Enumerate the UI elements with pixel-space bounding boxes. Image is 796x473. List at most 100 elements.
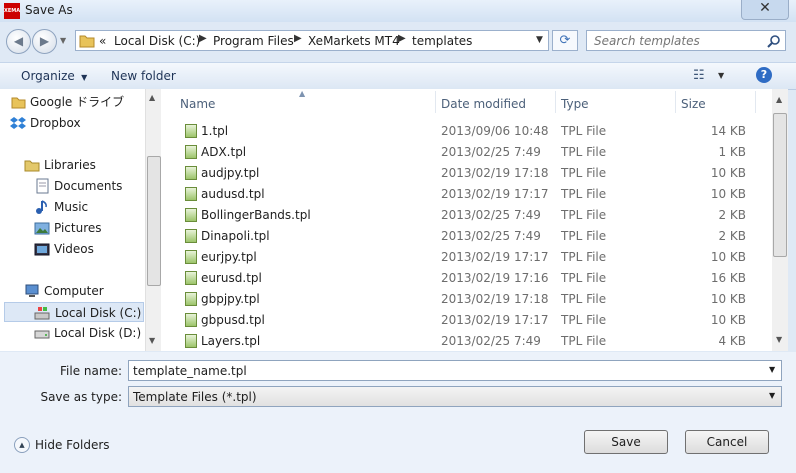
file-name: gbpjpy.tpl [201, 292, 260, 306]
table-row[interactable]: Layers.tpl 2013/02/25 7:49 TPL File 4 KB [161, 331, 772, 352]
table-row[interactable]: audusd.tpl 2013/02/19 17:17 TPL File 10 KB [161, 184, 772, 205]
tpl-file-icon [185, 271, 197, 285]
file-name: gbpusd.tpl [201, 313, 265, 327]
close-icon: ✕ [759, 0, 771, 16]
nav-item-label: Local Disk (C:) [55, 306, 142, 320]
file-type: TPL File [561, 229, 607, 243]
nav-dropbox[interactable]: Dropbox [10, 113, 145, 133]
scroll-up-icon[interactable]: ▲ [149, 93, 155, 102]
nav-item-label: Libraries [44, 158, 96, 172]
breadcrumb-program-files[interactable]: Program Files [213, 34, 294, 48]
nav-libraries[interactable]: Libraries [24, 155, 145, 175]
file-type: TPL File [561, 124, 607, 138]
nav-pictures[interactable]: Pictures [34, 218, 145, 238]
file-name: BollingerBands.tpl [201, 208, 311, 222]
app-icon: XEMA [4, 3, 20, 19]
save-type-select[interactable]: Template Files (*.tpl) ▼ [128, 386, 782, 407]
table-row[interactable]: 1.tpl 2013/09/06 10:48 TPL File 14 KB [161, 121, 772, 142]
file-type: TPL File [561, 208, 607, 222]
search-icon[interactable] [767, 34, 781, 48]
organize-button[interactable]: Organize ▼ [21, 69, 87, 83]
table-row[interactable]: gbpusd.tpl 2013/02/19 17:17 TPL File 10 KB [161, 310, 772, 331]
file-type: TPL File [561, 313, 607, 327]
search-input[interactable] [592, 33, 766, 49]
address-overflow[interactable]: « [99, 34, 106, 48]
nav-item-label: Pictures [54, 221, 102, 235]
file-size: 2 KB [718, 229, 746, 243]
view-dropdown-icon[interactable]: ▼ [718, 71, 724, 80]
file-name-combobox[interactable]: template_name.tpl ▼ [128, 360, 782, 381]
search-box[interactable] [586, 30, 786, 51]
file-list: ▲ Name Date modified Type Size 1.tpl 2013… [161, 89, 772, 351]
nav-computer[interactable]: Computer [25, 281, 145, 301]
breadcrumb-xemarkets[interactable]: XeMarkets MT4 [308, 34, 400, 48]
column-header-date[interactable]: Date modified [441, 97, 526, 111]
new-folder-button[interactable]: New folder [111, 69, 176, 83]
nav-videos[interactable]: Videos [34, 239, 145, 259]
help-icon[interactable]: ? [756, 67, 772, 83]
nav-item-label: Local Disk (D:) [54, 326, 142, 340]
file-name: 1.tpl [201, 124, 229, 138]
tpl-file-icon [185, 334, 197, 348]
view-options-icon[interactable]: ☷ [693, 68, 705, 83]
nav-scroll-thumb[interactable] [147, 156, 161, 286]
table-row[interactable]: Dinapoli.tpl 2013/02/25 7:49 TPL File 2 KB [161, 226, 772, 247]
table-row[interactable]: audjpy.tpl 2013/02/19 17:18 TPL File 10 KB [161, 163, 772, 184]
forward-arrow-icon: ▶ [39, 34, 50, 48]
file-type: TPL File [561, 271, 607, 285]
toolbar: Organize ▼ New folder ☷ ▼ ? [0, 62, 796, 90]
nav-item-label: Google ドライブ [30, 95, 125, 109]
address-dropdown-icon[interactable]: ▼ [536, 35, 543, 45]
breadcrumb-separator-icon[interactable]: ▶ [398, 33, 406, 44]
address-bar[interactable]: « Local Disk (C:) ▶ Program Files ▶ XeMa… [75, 30, 549, 51]
recent-pages-dropdown[interactable]: ▼ [60, 36, 66, 45]
file-name-input[interactable]: template_name.tpl [133, 364, 247, 378]
nav-documents[interactable]: Documents [36, 176, 145, 196]
nav-google-drive[interactable]: Google ドライブ [11, 92, 145, 112]
breadcrumb-separator-icon[interactable]: ▶ [294, 33, 302, 44]
title-bar: XEMA Save As ✕ [0, 0, 796, 22]
table-row[interactable]: eurusd.tpl 2013/02/19 17:16 TPL File 16 KB [161, 268, 772, 289]
file-size: 10 KB [710, 313, 746, 327]
file-list-scrollbar[interactable]: ▲ ▼ [772, 89, 788, 351]
refresh-button[interactable]: ⟳ [552, 30, 578, 51]
chevron-down-icon[interactable]: ▼ [769, 365, 775, 374]
navigation-pane: Google ドライブ Dropbox Libraries Documents … [0, 89, 146, 351]
save-type-value: Template Files (*.tpl) [133, 390, 257, 404]
column-header-type[interactable]: Type [561, 97, 589, 111]
scroll-down-icon[interactable]: ▼ [149, 336, 155, 345]
file-scroll-thumb[interactable] [773, 113, 787, 257]
back-button[interactable]: ◀ [6, 29, 31, 54]
chevron-down-icon[interactable]: ▼ [769, 391, 775, 400]
table-row[interactable]: BollingerBands.tpl 2013/02/25 7:49 TPL Fil… [161, 205, 772, 226]
drive-icon [34, 330, 50, 339]
table-row[interactable]: ADX.tpl 2013/02/25 7:49 TPL File 1 KB [161, 142, 772, 163]
save-button[interactable]: Save [584, 430, 668, 454]
tpl-file-icon [185, 124, 197, 138]
column-header-size[interactable]: Size [681, 97, 706, 111]
nav-music[interactable]: Music [36, 197, 145, 217]
nav-local-disk-c[interactable]: Local Disk (C:) [4, 302, 144, 322]
tpl-file-icon [185, 313, 197, 327]
nav-item-label: Dropbox [30, 116, 81, 130]
nav-scrollbar[interactable]: ▲ ▼ [145, 89, 161, 351]
table-row[interactable]: gbpjpy.tpl 2013/02/19 17:18 TPL File 10 KB [161, 289, 772, 310]
tpl-file-icon [185, 229, 197, 243]
breadcrumb-templates[interactable]: templates [412, 34, 472, 48]
column-header-name[interactable]: Name [180, 97, 215, 111]
file-name: eurusd.tpl [201, 271, 262, 285]
table-row[interactable]: eurjpy.tpl 2013/02/19 17:17 TPL File 10 KB [161, 247, 772, 268]
file-size: 10 KB [710, 292, 746, 306]
scroll-down-icon[interactable]: ▼ [776, 335, 782, 344]
nav-local-disk-d[interactable]: Local Disk (D:) [34, 323, 145, 343]
breadcrumb-local-disk[interactable]: Local Disk (C:) [114, 34, 200, 48]
tpl-file-icon [185, 292, 197, 306]
scroll-up-icon[interactable]: ▲ [776, 95, 782, 104]
file-date: 2013/09/06 10:48 [441, 124, 549, 138]
documents-icon [36, 178, 49, 194]
close-button[interactable]: ✕ [741, 0, 789, 20]
forward-button[interactable]: ▶ [32, 29, 57, 54]
cancel-button[interactable]: Cancel [685, 430, 769, 454]
hide-folders-label: Hide Folders [35, 438, 110, 452]
breadcrumb-separator-icon[interactable]: ▶ [199, 33, 207, 44]
